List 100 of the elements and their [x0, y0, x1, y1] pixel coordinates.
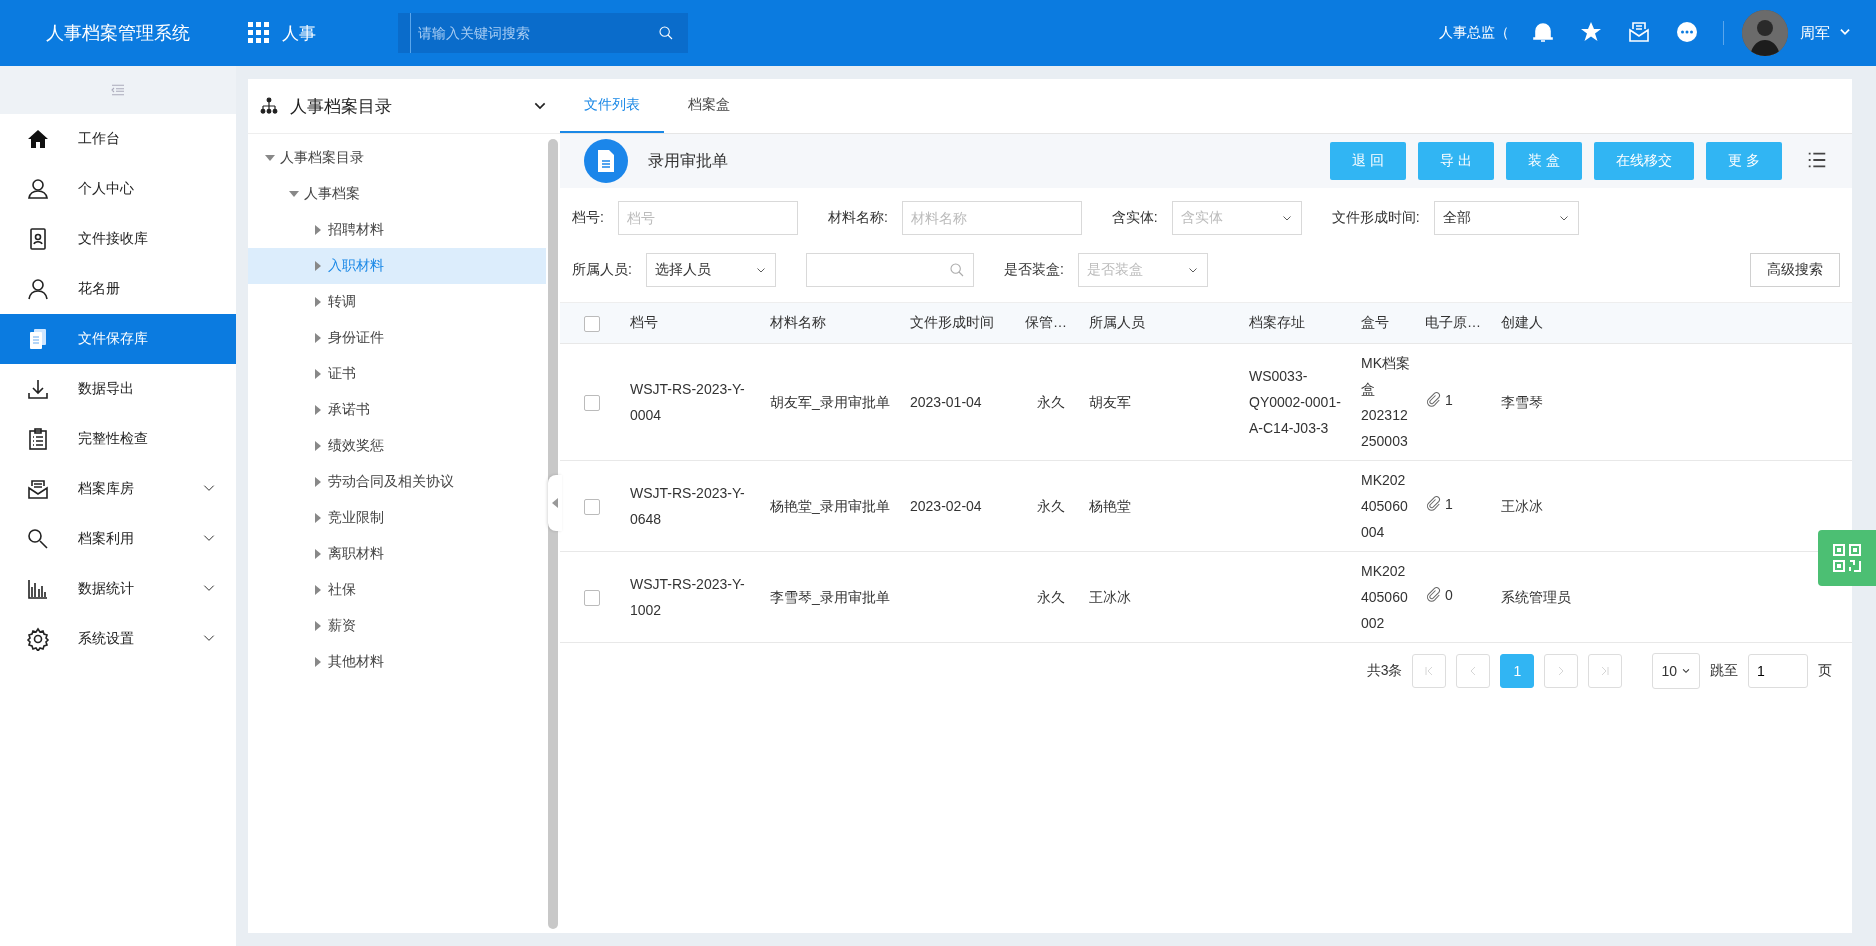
column-header: 所属人员: [1089, 314, 1145, 330]
text-field[interactable]: 档号: [617, 201, 798, 235]
table-cell-text: 系统管理员: [1501, 588, 1571, 607]
user-name[interactable]: 周军: [1800, 23, 1830, 43]
table-cell-text: 王冰冰: [1089, 588, 1131, 607]
document-icon: [584, 139, 628, 183]
select-field[interactable]: 全部: [1433, 201, 1579, 235]
search-field[interactable]: 请输入关键词搜索: [398, 13, 688, 53]
table-cell-text: 杨艳堂: [1089, 497, 1131, 516]
mail-icon: [1627, 19, 1651, 44]
page-input[interactable]: 1: [1748, 654, 1808, 688]
person-icon: [26, 277, 50, 301]
column-header: 材料名称: [770, 314, 826, 330]
tree-node[interactable]: 身份证件: [248, 320, 546, 356]
text-field[interactable]: 材料名称: [901, 201, 1082, 235]
app-title: 人事档案管理系统: [45, 22, 191, 45]
column-header: 盒号: [1361, 314, 1389, 330]
column-header: 电子原…: [1425, 314, 1481, 330]
table-cell-text: 李雪琴_录用审批单: [770, 588, 890, 607]
table-cell-text: 胡友军_录用审批单: [770, 393, 890, 412]
sidebar-item[interactable]: 档案库房: [0, 464, 236, 514]
page-size-select[interactable]: 10: [1652, 653, 1700, 689]
field-label: 材料名称:: [827, 209, 888, 227]
checkbox[interactable]: [584, 590, 600, 607]
last-page-icon: [1599, 665, 1612, 677]
table-cell-text: WS0033-QY0002-0001-A-C14-J03-3: [1249, 367, 1342, 438]
paperclip-icon: [1425, 391, 1443, 409]
grid-icon[interactable]: [248, 22, 270, 44]
total-count: 共3条: [1366, 662, 1403, 680]
table-cell-text: 永久: [1037, 588, 1065, 607]
table-cell-text: 2023-02-04: [910, 497, 982, 516]
select-field[interactable]: 选择人员: [645, 253, 776, 287]
hierarchy-icon: [260, 97, 278, 115]
checkbox[interactable]: [584, 315, 600, 332]
table-cell-text: MK202405060004: [1361, 471, 1409, 542]
table-cell-text: WSJT-RS-2023-Y-0004: [630, 380, 746, 425]
tree-node[interactable]: 离职材料: [248, 536, 546, 572]
column-header: 档号: [630, 314, 658, 330]
table-cell-text: 2023-01-04: [910, 393, 982, 412]
tree-node[interactable]: 转调: [248, 284, 546, 320]
tree-node[interactable]: 人事档案目录: [248, 140, 546, 176]
table-cell-text: WSJT-RS-2023-Y-1002: [630, 575, 746, 620]
field-label: 档号:: [572, 209, 604, 227]
paperclip-icon: [1425, 495, 1443, 513]
table-cell-text: WSJT-RS-2023-Y-0648: [630, 484, 746, 529]
sidebar-item[interactable]: 完整性检查: [0, 414, 236, 464]
qr-code-button[interactable]: [1818, 530, 1876, 586]
avatar[interactable]: [1742, 10, 1788, 56]
attachment-count: 1: [1445, 391, 1453, 410]
tab[interactable]: 档案盒: [664, 79, 754, 133]
previous-page-button[interactable]: [1456, 654, 1491, 688]
search-icon: [948, 262, 965, 278]
tree-node[interactable]: 招聘材料: [248, 212, 546, 248]
table-cell-text: 永久: [1037, 393, 1065, 412]
module-name[interactable]: 人事: [282, 21, 316, 45]
tree-node[interactable]: 人事档案: [248, 176, 546, 212]
download-icon: [26, 377, 50, 401]
sidebar-item[interactable]: 档案利用: [0, 514, 236, 564]
table-cell-text: 王冰冰: [1501, 497, 1543, 516]
clipboard-list-icon: [26, 427, 50, 451]
mail-tray-icon: [26, 477, 50, 501]
table-cell-text: 杨艳堂_录用审批单: [770, 497, 890, 516]
sidebar-item[interactable]: 文件保存库: [0, 314, 236, 364]
checkbox[interactable]: [584, 499, 600, 516]
record-type-title: 录用审批单: [648, 150, 729, 171]
sidebar-item[interactable]: 个人中心: [0, 164, 236, 214]
sidebar-item[interactable]: 数据统计: [0, 564, 236, 614]
field-label: 文件形成时间:: [1331, 209, 1420, 227]
scrollbar[interactable]: [548, 139, 558, 929]
tree-node[interactable]: 绩效奖惩: [248, 428, 546, 464]
sidebar-item[interactable]: 工作台: [0, 114, 236, 164]
column-header: 保管…: [1025, 314, 1067, 330]
search-icon: [658, 25, 674, 41]
jump-label: 跳至: [1710, 662, 1738, 680]
tree-node[interactable]: 竞业限制: [248, 500, 546, 536]
advanced-search-button[interactable]: 高级搜索: [1750, 253, 1840, 287]
tree-node[interactable]: 社保: [248, 572, 546, 608]
role-label[interactable]: 人事总监（: [1439, 24, 1509, 42]
first-page-button[interactable]: [1412, 654, 1447, 688]
tree-node[interactable]: 劳动合同及相关协议: [248, 464, 546, 500]
sidebar-item[interactable]: 文件接收库: [0, 214, 236, 264]
chat-bubble-icon: [1675, 19, 1699, 44]
next-page-button[interactable]: [1544, 654, 1579, 688]
sidebar-item[interactable]: 数据导出: [0, 364, 236, 414]
tree-node[interactable]: 证书: [248, 356, 546, 392]
user-icon: [26, 177, 50, 201]
column-header: 文件形成时间: [910, 314, 994, 330]
tree-node[interactable]: 薪资: [248, 608, 546, 644]
chevron-down-icon: [1681, 666, 1691, 676]
magnifier-icon: [26, 527, 50, 551]
home-icon: [26, 127, 50, 151]
qr-code-icon: [1832, 543, 1862, 573]
tree-node[interactable]: 其他材料: [248, 644, 546, 680]
sidebar-item[interactable]: 花名册: [0, 264, 236, 314]
last-page-button[interactable]: [1588, 654, 1623, 688]
sidebar-item[interactable]: 系统设置: [0, 614, 236, 664]
checkbox[interactable]: [584, 395, 600, 412]
collapse-handle[interactable]: [548, 475, 562, 531]
field-label: 含实体:: [1111, 209, 1158, 227]
tree-node[interactable]: 承诺书: [248, 392, 546, 428]
